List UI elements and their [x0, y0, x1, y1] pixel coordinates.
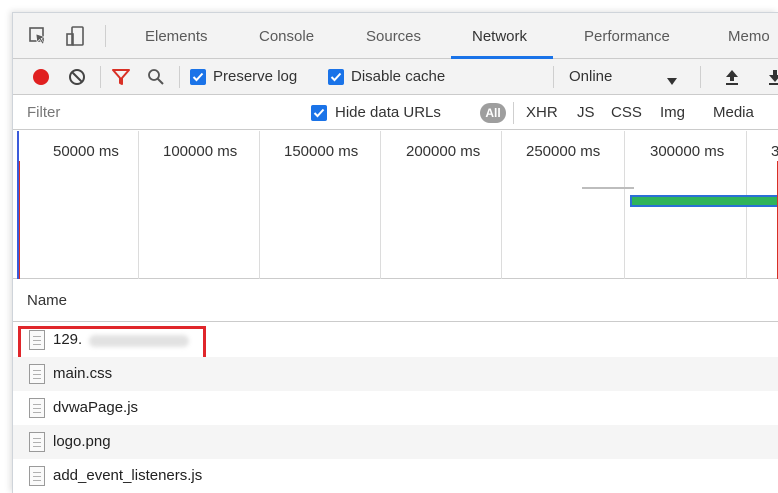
timeline-tick: 200000 ms: [406, 143, 481, 160]
disable-cache-checkbox[interactable]: [328, 69, 344, 85]
import-har-icon[interactable]: [724, 68, 740, 89]
tab-elements[interactable]: Elements: [145, 28, 208, 45]
filter-separator: [513, 102, 514, 124]
request-name: logo.png: [53, 433, 111, 450]
grid-line: [380, 131, 381, 279]
request-bar: [630, 195, 778, 207]
toolbar-separator: [700, 66, 701, 88]
file-icon: [29, 398, 45, 418]
throttling-select[interactable]: Online: [569, 68, 612, 85]
tab-performance[interactable]: Performance: [584, 28, 670, 45]
timeline-tick: 50000 ms: [53, 143, 119, 160]
devtools-window: Elements Console Sources Network Perform…: [12, 12, 778, 493]
type-filter-all[interactable]: All: [480, 103, 506, 123]
chevron-down-icon[interactable]: [667, 73, 677, 89]
type-filter-js[interactable]: JS: [577, 104, 595, 121]
filter-icon[interactable]: [111, 68, 131, 89]
toolbar-separator: [553, 66, 554, 88]
column-header-name[interactable]: Name: [27, 292, 67, 309]
devtools-tab-bar: Elements Console Sources Network Perform…: [13, 13, 778, 59]
tab-network[interactable]: Network: [472, 28, 527, 45]
file-icon: [29, 466, 45, 486]
tab-memory[interactable]: Memo: [728, 28, 770, 45]
table-header[interactable]: Name: [13, 280, 778, 322]
timeline-tick: 150000 ms: [284, 143, 359, 160]
timeline-tick: 100000 ms: [163, 143, 238, 160]
request-bar-waiting: [582, 187, 634, 189]
timeline-tick: 3: [771, 143, 778, 160]
requests-table: Name 129. main.css dvwaPage.js logo.png …: [13, 280, 778, 493]
type-filter-css[interactable]: CSS: [611, 104, 642, 121]
preserve-log-checkbox[interactable]: [190, 69, 206, 85]
request-name: add_event_listeners.js: [53, 467, 203, 484]
type-filter-img[interactable]: Img: [660, 104, 685, 121]
tab-console[interactable]: Console: [259, 28, 314, 45]
export-har-icon[interactable]: [767, 68, 778, 89]
timeline-tick: 250000 ms: [526, 143, 601, 160]
hide-data-urls-checkbox[interactable]: [311, 105, 327, 121]
timeline-tick: 300000 ms: [650, 143, 725, 160]
table-row[interactable]: dvwaPage.js: [13, 391, 778, 425]
table-row[interactable]: logo.png: [13, 425, 778, 459]
grid-line: [259, 131, 260, 279]
table-row[interactable]: add_event_listeners.js: [13, 459, 778, 493]
network-overview[interactable]: 50000 ms 100000 ms 150000 ms 200000 ms 2…: [13, 131, 778, 279]
type-filter-xhr[interactable]: XHR: [526, 104, 558, 121]
request-name: main.css: [53, 365, 113, 382]
disable-cache-label[interactable]: Disable cache: [351, 68, 445, 85]
type-filter-media[interactable]: Media: [713, 104, 754, 121]
inspect-element-icon[interactable]: [27, 25, 49, 47]
device-toolbar-icon[interactable]: [65, 25, 87, 47]
request-name: dvwaPage.js: [53, 399, 139, 416]
table-row[interactable]: 129.: [13, 323, 778, 366]
preserve-log-label[interactable]: Preserve log: [213, 68, 297, 85]
tab-sources[interactable]: Sources: [366, 28, 421, 45]
tab-separator: [105, 25, 106, 47]
search-icon[interactable]: [147, 68, 165, 89]
toolbar-separator: [100, 66, 101, 88]
grid-line: [624, 131, 625, 279]
table-row[interactable]: main.css: [13, 357, 778, 391]
network-toolbar: Preserve log Disable cache Online: [13, 59, 778, 95]
record-icon[interactable]: [32, 68, 50, 89]
filter-bar: Filter Hide data URLs All XHR JS CSS Img…: [13, 96, 778, 130]
hide-data-urls-label[interactable]: Hide data URLs: [335, 104, 441, 121]
load-event-marker: [19, 161, 20, 279]
file-icon: [29, 432, 45, 452]
file-icon: [29, 364, 45, 384]
grid-line: [138, 131, 139, 279]
toolbar-separator: [179, 66, 180, 88]
grid-line: [501, 131, 502, 279]
clear-icon[interactable]: [68, 68, 86, 89]
filter-input[interactable]: Filter: [27, 104, 60, 121]
